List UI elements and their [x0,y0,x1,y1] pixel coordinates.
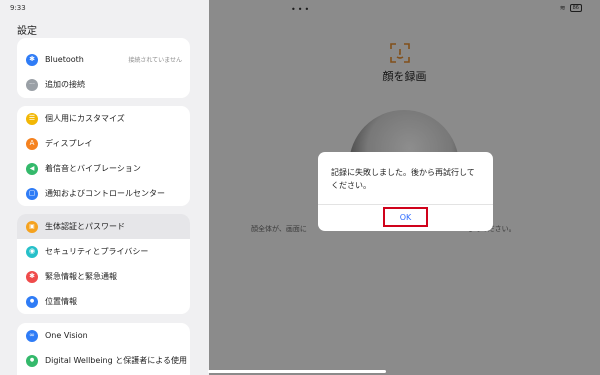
settings-group-connections: ✱ Bluetooth 接続されていません ··· 追加の接続 [17,38,190,98]
bluetooth-status: 接続されていません [128,57,182,64]
settings-item-sound[interactable]: ◀ 着信音とバイブレーション [17,156,190,181]
ok-button[interactable]: OK [383,207,428,227]
settings-item-location[interactable]: ● 位置情報 [17,289,190,314]
dialog-divider [318,204,493,205]
notification-icon: ▢ [26,187,38,200]
settings-item-one-vision[interactable]: ∞ One Vision [17,323,190,348]
settings-title: 設定 [17,26,37,37]
wellbeing-icon: ● [26,354,38,367]
settings-item-security-privacy[interactable]: ◉ セキュリティとプライバシー [17,239,190,264]
settings-item-more-connections[interactable]: ··· 追加の接続 [17,72,190,97]
settings-group-more: ∞ One Vision ● Digital Wellbeing と保護者による… [17,323,190,375]
location-icon: ● [26,295,38,308]
settings-item-label: 着信音とバイブレーション [45,164,141,173]
one-vision-icon: ∞ [26,329,38,342]
dialog-message: 記録に失敗しました。後から再試行してください。 [331,168,475,190]
settings-item-notifications[interactable]: ▢ 通知およびコントロールセンター [17,181,190,206]
settings-item-display[interactable]: A ディスプレイ [17,131,190,156]
settings-item-bluetooth[interactable]: ✱ Bluetooth 接続されていません [17,47,190,72]
settings-group-security: ▣ 生体認証とパスワード ◉ セキュリティとプライバシー ✱ 緊急情報と緊急通報… [17,214,190,314]
settings-item-label: 追加の接続 [45,80,85,89]
customize-icon: ☰ [26,112,38,125]
more-connections-icon: ··· [26,78,38,91]
status-time: 9:33 [10,4,26,12]
settings-item-label: ディスプレイ [45,139,93,148]
settings-item-biometrics[interactable]: ▣ 生体認証とパスワード [17,214,190,239]
home-indicator[interactable] [208,370,386,373]
settings-pane: 9:33 設定 ✱ Bluetooth 接続されていません ··· 追加の接続 … [0,0,209,375]
settings-item-label: One Vision [45,331,88,340]
settings-group-personalization: ☰ 個人用にカスタマイズ A ディスプレイ ◀ 着信音とバイブレーション ▢ 通… [17,106,190,206]
security-icon: ◉ [26,245,38,258]
settings-item-label: 緊急情報と緊急通報 [45,272,117,281]
lock-icon: ▣ [26,220,38,233]
settings-item-label: Digital Wellbeing と保護者による使用 [45,356,187,365]
emergency-icon: ✱ [26,270,38,283]
settings-item-label: 位置情報 [45,297,77,306]
bluetooth-icon: ✱ [26,53,38,66]
display-icon: A [26,137,38,150]
error-dialog: 記録に失敗しました。後から再試行してください。 OK [318,152,493,231]
settings-item-customize[interactable]: ☰ 個人用にカスタマイズ [17,106,190,131]
settings-item-label: 個人用にカスタマイズ [45,114,125,123]
settings-item-label: セキュリティとプライバシー [45,247,149,256]
settings-item-wellbeing[interactable]: ● Digital Wellbeing と保護者による使用 [17,348,190,373]
sound-icon: ◀ [26,162,38,175]
settings-item-label: Bluetooth [45,55,84,64]
settings-item-label: 通知およびコントロールセンター [45,189,165,198]
settings-item-label: 生体認証とパスワード [45,222,125,231]
settings-item-emergency[interactable]: ✱ 緊急情報と緊急通報 [17,264,190,289]
